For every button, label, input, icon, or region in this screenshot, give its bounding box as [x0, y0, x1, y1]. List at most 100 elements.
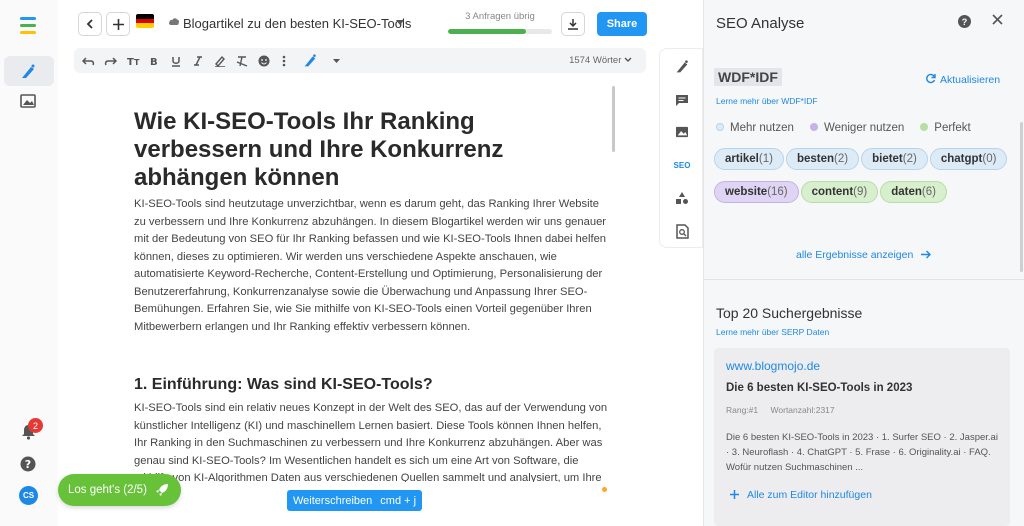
close-icon[interactable] [992, 12, 1003, 30]
section-heading[interactable]: 1. Einführung: Was sind KI-SEO-Tools? [134, 376, 608, 394]
add-all-to-editor-button[interactable]: Alle zum Editor hinzufügen [730, 489, 872, 501]
refresh-icon [926, 73, 936, 84]
top20-heading: Top 20 Suchergebnisse [716, 305, 863, 321]
download-icon [568, 19, 578, 30]
keyword-count: (0) [982, 153, 997, 165]
onboarding-button[interactable]: Los geht's (2/5) [58, 474, 181, 506]
tool-column: SEO [659, 48, 703, 248]
editor-scrollbar[interactable] [612, 86, 615, 152]
keyword-count: (6) [921, 186, 936, 198]
highlight-pen-icon[interactable] [212, 53, 228, 69]
word-count-label: 1574 Wörter [569, 55, 622, 66]
chat-icon[interactable] [672, 90, 692, 110]
legend-more: Mehr nutzen [716, 122, 794, 134]
quota-progress [448, 29, 552, 34]
svg-text:B: B [150, 57, 158, 66]
undo-icon[interactable] [80, 53, 96, 69]
keyword-word: artikel [725, 153, 759, 165]
keyword-word: bietet [872, 153, 903, 165]
keyword-count: (16) [767, 186, 788, 198]
continue-writing-button[interactable]: Weiterschreiben cmd + j [287, 490, 423, 511]
ai-dropdown-caret-icon[interactable] [328, 53, 344, 69]
refresh-label: Aktualisieren [940, 74, 1001, 86]
shapes-icon[interactable] [672, 188, 692, 208]
result-meta: Rang:#1 Wortanzahl:2317 [726, 405, 845, 415]
keyword-chips: artikel (1) besten (2) bietet (2) chatgpt (0) we… [714, 148, 1014, 214]
image-tool-icon[interactable] [672, 122, 692, 142]
keyword-chip[interactable]: website (16) [714, 181, 799, 203]
italic-icon[interactable] [190, 53, 206, 69]
continue-shortcut: cmd + j [380, 494, 417, 507]
app-root: 2 ? CS Blogartikel zu den besten KI-SEO-… [0, 0, 1024, 526]
svg-text:?: ? [25, 458, 31, 471]
plus-icon [112, 18, 124, 30]
ai-writer-icon[interactable] [17, 61, 39, 83]
keyword-chip[interactable]: chatgpt (0) [929, 148, 1008, 170]
quota-progress-fill [448, 29, 526, 34]
onboarding-label: Los geht's (2/5) [68, 484, 147, 496]
text-size-icon[interactable]: TT [126, 53, 142, 69]
keyword-word: chatgpt [940, 153, 983, 165]
underline-icon[interactable] [168, 53, 184, 69]
panel-help-icon[interactable]: ? [958, 15, 971, 28]
chevron-down-icon [624, 57, 632, 62]
all-results-link[interactable]: alle Ergebnisse anzeigen [796, 249, 932, 261]
redo-icon[interactable] [102, 53, 118, 69]
rocket-icon [155, 484, 168, 496]
result-title: Die 6 besten KI-SEO-Tools in 2023 [726, 382, 913, 394]
user-avatar[interactable]: CS [19, 486, 38, 505]
share-button[interactable]: Share [597, 12, 647, 36]
keyword-chip[interactable]: besten (2) [785, 148, 860, 170]
help-icon[interactable]: ? [17, 453, 39, 475]
keyword-word: website [725, 186, 768, 198]
seo-panel: SEO Analyse ? WDF*IDF Aktualisieren Lern… [703, 0, 1024, 526]
clear-format-icon[interactable] [234, 53, 250, 69]
app-logo-icon[interactable] [17, 14, 39, 36]
all-results-label: alle Ergebnisse anzeigen [796, 249, 914, 261]
legend-less-label: Weniger nutzen [823, 122, 905, 134]
new-document-button[interactable] [106, 12, 130, 36]
result-url[interactable]: www.blogmojo.de [726, 359, 820, 373]
result-wordcount: Wortanzahl:2317 [770, 405, 835, 415]
keyword-chip[interactable]: daten (6) [880, 181, 947, 203]
panel-divider [704, 279, 1024, 280]
keyword-word: besten [796, 153, 835, 165]
learn-wdf-link[interactable]: Lerne mehr über WDF*IDF [716, 96, 818, 106]
image-icon[interactable] [17, 90, 39, 112]
panel-scrollbar[interactable] [1020, 122, 1023, 272]
emoji-icon[interactable] [256, 53, 272, 69]
keyword-count: (2) [834, 153, 849, 165]
document-title[interactable]: Blogartikel zu den besten KI-SEO-Tools [183, 16, 411, 31]
german-flag-icon[interactable] [136, 14, 154, 28]
notification-badge: 2 [28, 418, 43, 433]
ai-assistant-icon[interactable] [302, 53, 318, 69]
keyword-chip[interactable]: content (9) [800, 181, 879, 203]
document-search-icon[interactable] [672, 221, 692, 241]
cloud-icon [169, 18, 179, 25]
learn-serp-link[interactable]: Lerne mehr über SERP Daten [716, 327, 829, 337]
chevron-left-icon [86, 19, 93, 29]
download-button[interactable] [561, 12, 585, 36]
intro-paragraph[interactable]: KI-SEO-Tools sind heutzutage unverzichtb… [134, 196, 608, 336]
section-paragraph[interactable]: KI-SEO-Tools sind ein relativ neues Konz… [134, 400, 608, 482]
cursor-dot [602, 487, 607, 492]
left-rail: 2 ? CS [0, 0, 58, 526]
format-toolbar: TT B 1574 Wörter [74, 48, 646, 73]
seo-tool-button[interactable]: SEO [672, 155, 692, 175]
editor-content[interactable]: Wie KI-SEO-Tools Ihr Ranking verbessern … [134, 108, 608, 482]
word-count-dropdown[interactable]: 1574 Wörter [569, 55, 632, 66]
bold-icon[interactable]: B [146, 53, 162, 69]
legend-perfect: Perfekt [920, 122, 971, 134]
quota-label: 3 Anfragen übrig [465, 11, 535, 22]
arrow-right-icon [921, 250, 932, 259]
ai-tool-icon[interactable] [672, 57, 692, 77]
article-title[interactable]: Wie KI-SEO-Tools Ihr Ranking verbessern … [134, 108, 608, 192]
refresh-button[interactable]: Aktualisieren [925, 73, 1000, 86]
svg-text:T: T [134, 58, 140, 66]
back-button[interactable] [78, 12, 102, 36]
more-vertical-icon[interactable] [276, 53, 292, 69]
keyword-chip[interactable]: artikel (1) [714, 148, 784, 170]
keyword-chip[interactable]: bietet (2) [861, 148, 928, 170]
caret-down-icon[interactable] [396, 20, 404, 25]
wdf-idf-heading: WDF*IDF [714, 68, 782, 86]
